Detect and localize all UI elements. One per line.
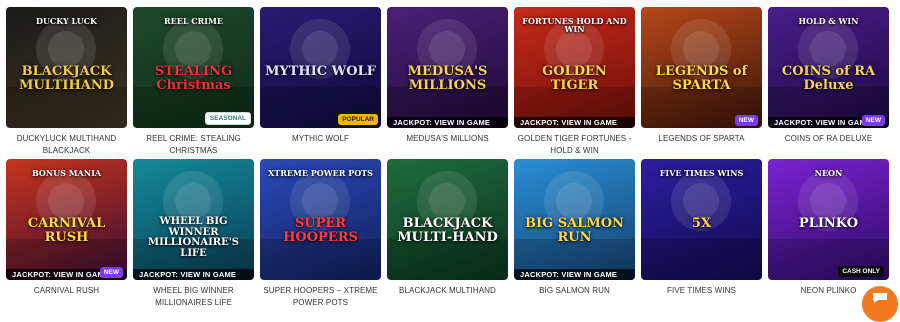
game-card[interactable]: DUCKY LUCK BLACKJACK MULTIHAND DUCKYLUCK M… — [6, 7, 127, 159]
game-name[interactable]: CARNIVAL RUSH — [6, 285, 127, 309]
game-badge: NEW — [734, 115, 758, 126]
game-thumbnail[interactable]: XTREME POWER POTS SUPER HOOPERS — [260, 159, 381, 280]
game-art-title: PLINKO — [798, 216, 859, 231]
game-thumbnail[interactable]: DUCKY LUCK BLACKJACK MULTIHAND — [6, 7, 127, 128]
chat-icon — [873, 293, 887, 303]
game-art-logo: REEL CRIME — [164, 16, 223, 26]
game-art-logo: XTREME POWER POTS — [268, 168, 373, 178]
game-thumbnail[interactable]: NEON PLINKO CASH ONLY — [768, 159, 889, 280]
game-art-logo: FORTUNES HOLD AND WIN — [522, 16, 627, 35]
game-name[interactable]: MYTHIC WOLF — [260, 133, 381, 157]
game-art-title: MEDUSA'S MILLIONS — [407, 64, 488, 93]
game-thumbnail[interactable]: MEDUSA'S MILLIONS JACKPOT: VIEW IN GAME — [387, 7, 508, 128]
game-art-title: WHEEL BIG WINNER MILLIONAIRE'S LIFE — [148, 216, 239, 259]
game-thumbnail[interactable]: FIVE TIMES WINS 5X — [641, 159, 762, 280]
game-name[interactable]: LEGENDS OF SPARTA — [641, 133, 762, 157]
game-art-title: BIG SALMON RUN — [525, 216, 624, 245]
game-badge: SEASONAL — [204, 112, 251, 125]
game-thumbnail[interactable]: BIG SALMON RUN JACKPOT: VIEW IN GAME — [514, 159, 635, 280]
game-thumbnail[interactable]: HOLD & WIN COINS of RA Deluxe JACKPOT: VIE… — [768, 7, 889, 128]
game-art-title: SUPER HOOPERS — [283, 216, 358, 245]
game-art-logo: DUCKY LUCK — [36, 16, 97, 26]
game-card[interactable]: LEGENDS of SPARTA NEW LEGENDS OF SPARTA — [641, 7, 762, 159]
game-name[interactable]: FIVE TIMES WINS — [641, 285, 762, 309]
game-art-title: STEALING Christmas — [154, 64, 233, 93]
game-badge: CASH ONLY — [838, 266, 884, 277]
game-art-title: MYTHIC WOLF — [265, 64, 376, 79]
game-art-logo: BONUS MANIA — [31, 168, 102, 178]
game-name[interactable]: BLACKJACK MULTIHAND — [387, 285, 508, 309]
game-card[interactable]: WHEEL BIG WINNER MILLIONAIRE'S LIFE JACKP… — [133, 159, 254, 311]
game-name[interactable]: DUCKYLUCK MULTIHAND BLACKJACK — [6, 133, 127, 157]
game-card[interactable]: BLACKJACK MULTI-HAND BLACKJACK MULTIHAND — [387, 159, 508, 311]
game-card[interactable]: BIG SALMON RUN JACKPOT: VIEW IN GAME BIG S… — [514, 159, 635, 311]
game-card[interactable]: FORTUNES HOLD AND WIN GOLDEN TIGER JACKPOT… — [514, 7, 635, 159]
game-badge: POPULAR — [338, 114, 378, 125]
game-card[interactable]: BONUS MANIA CARNIVAL RUSH JACKPOT: VIEW IN… — [6, 159, 127, 311]
jackpot-label: JACKPOT: VIEW IN GAME — [514, 117, 635, 128]
game-card[interactable]: FIVE TIMES WINS 5X FIVE TIMES WINS — [641, 159, 762, 311]
game-name[interactable]: WHEEL BIG WINNER MILLIONAIRES LIFE — [133, 285, 254, 309]
jackpot-label: JACKPOT: VIEW IN GAME — [133, 269, 254, 280]
game-art-title: BLACKJACK MULTIHAND — [18, 64, 115, 93]
game-art-title: LEGENDS of SPARTA — [655, 64, 748, 93]
game-art-title: COINS of RA Deluxe — [781, 64, 876, 93]
game-thumbnail[interactable]: LEGENDS of SPARTA NEW — [641, 7, 762, 128]
game-art-title: BLACKJACK MULTI-HAND — [397, 216, 498, 245]
game-name[interactable]: GOLDEN TIGER FORTUNES - HOLD & WIN — [514, 133, 635, 157]
game-art-title: GOLDEN TIGER — [542, 64, 607, 93]
game-thumbnail[interactable]: BLACKJACK MULTI-HAND — [387, 159, 508, 280]
game-card[interactable]: MEDUSA'S MILLIONS JACKPOT: VIEW IN GAME ME… — [387, 7, 508, 159]
game-card[interactable]: MYTHIC WOLF POPULAR MYTHIC WOLF — [260, 7, 381, 159]
game-name[interactable]: COINS OF RA DELUXE — [768, 133, 889, 157]
game-card[interactable]: REEL CRIME STEALING Christmas SEASONAL REEL… — [133, 7, 254, 159]
chat-button[interactable] — [862, 286, 898, 322]
game-thumbnail[interactable]: WHEEL BIG WINNER MILLIONAIRE'S LIFE JACKP… — [133, 159, 254, 280]
game-thumbnail[interactable]: FORTUNES HOLD AND WIN GOLDEN TIGER JACKPOT… — [514, 7, 635, 128]
game-art-logo: NEON — [814, 168, 843, 178]
game-art-logo: HOLD & WIN — [798, 16, 859, 26]
jackpot-label: JACKPOT: VIEW IN GAME — [514, 269, 635, 280]
game-thumbnail[interactable]: REEL CRIME STEALING Christmas SEASONAL — [133, 7, 254, 128]
game-name[interactable]: SUPER HOOPERS – XTREME POWER POTS — [260, 285, 381, 309]
game-art-logo: FIVE TIMES WINS — [659, 168, 744, 178]
game-grid: DUCKY LUCK BLACKJACK MULTIHAND DUCKYLUCK M… — [6, 7, 894, 311]
game-thumbnail[interactable]: MYTHIC WOLF POPULAR — [260, 7, 381, 128]
game-badge: NEW — [861, 115, 885, 126]
game-art-title: CARNIVAL RUSH — [27, 216, 106, 245]
game-badge: NEW — [99, 267, 123, 278]
game-name[interactable]: BIG SALMON RUN — [514, 285, 635, 309]
game-card[interactable]: XTREME POWER POTS SUPER HOOPERS SUPER HOOP… — [260, 159, 381, 311]
game-card[interactable]: HOLD & WIN COINS of RA Deluxe JACKPOT: VIE… — [768, 7, 889, 159]
game-name[interactable]: REEL CRIME: STEALING CHRISTMAS — [133, 133, 254, 157]
game-name[interactable]: MEDUSA'S MILLIONS — [387, 133, 508, 157]
jackpot-label: JACKPOT: VIEW IN GAME — [387, 117, 508, 128]
game-art-title: 5X — [691, 216, 712, 231]
game-thumbnail[interactable]: BONUS MANIA CARNIVAL RUSH JACKPOT: VIEW IN… — [6, 159, 127, 280]
